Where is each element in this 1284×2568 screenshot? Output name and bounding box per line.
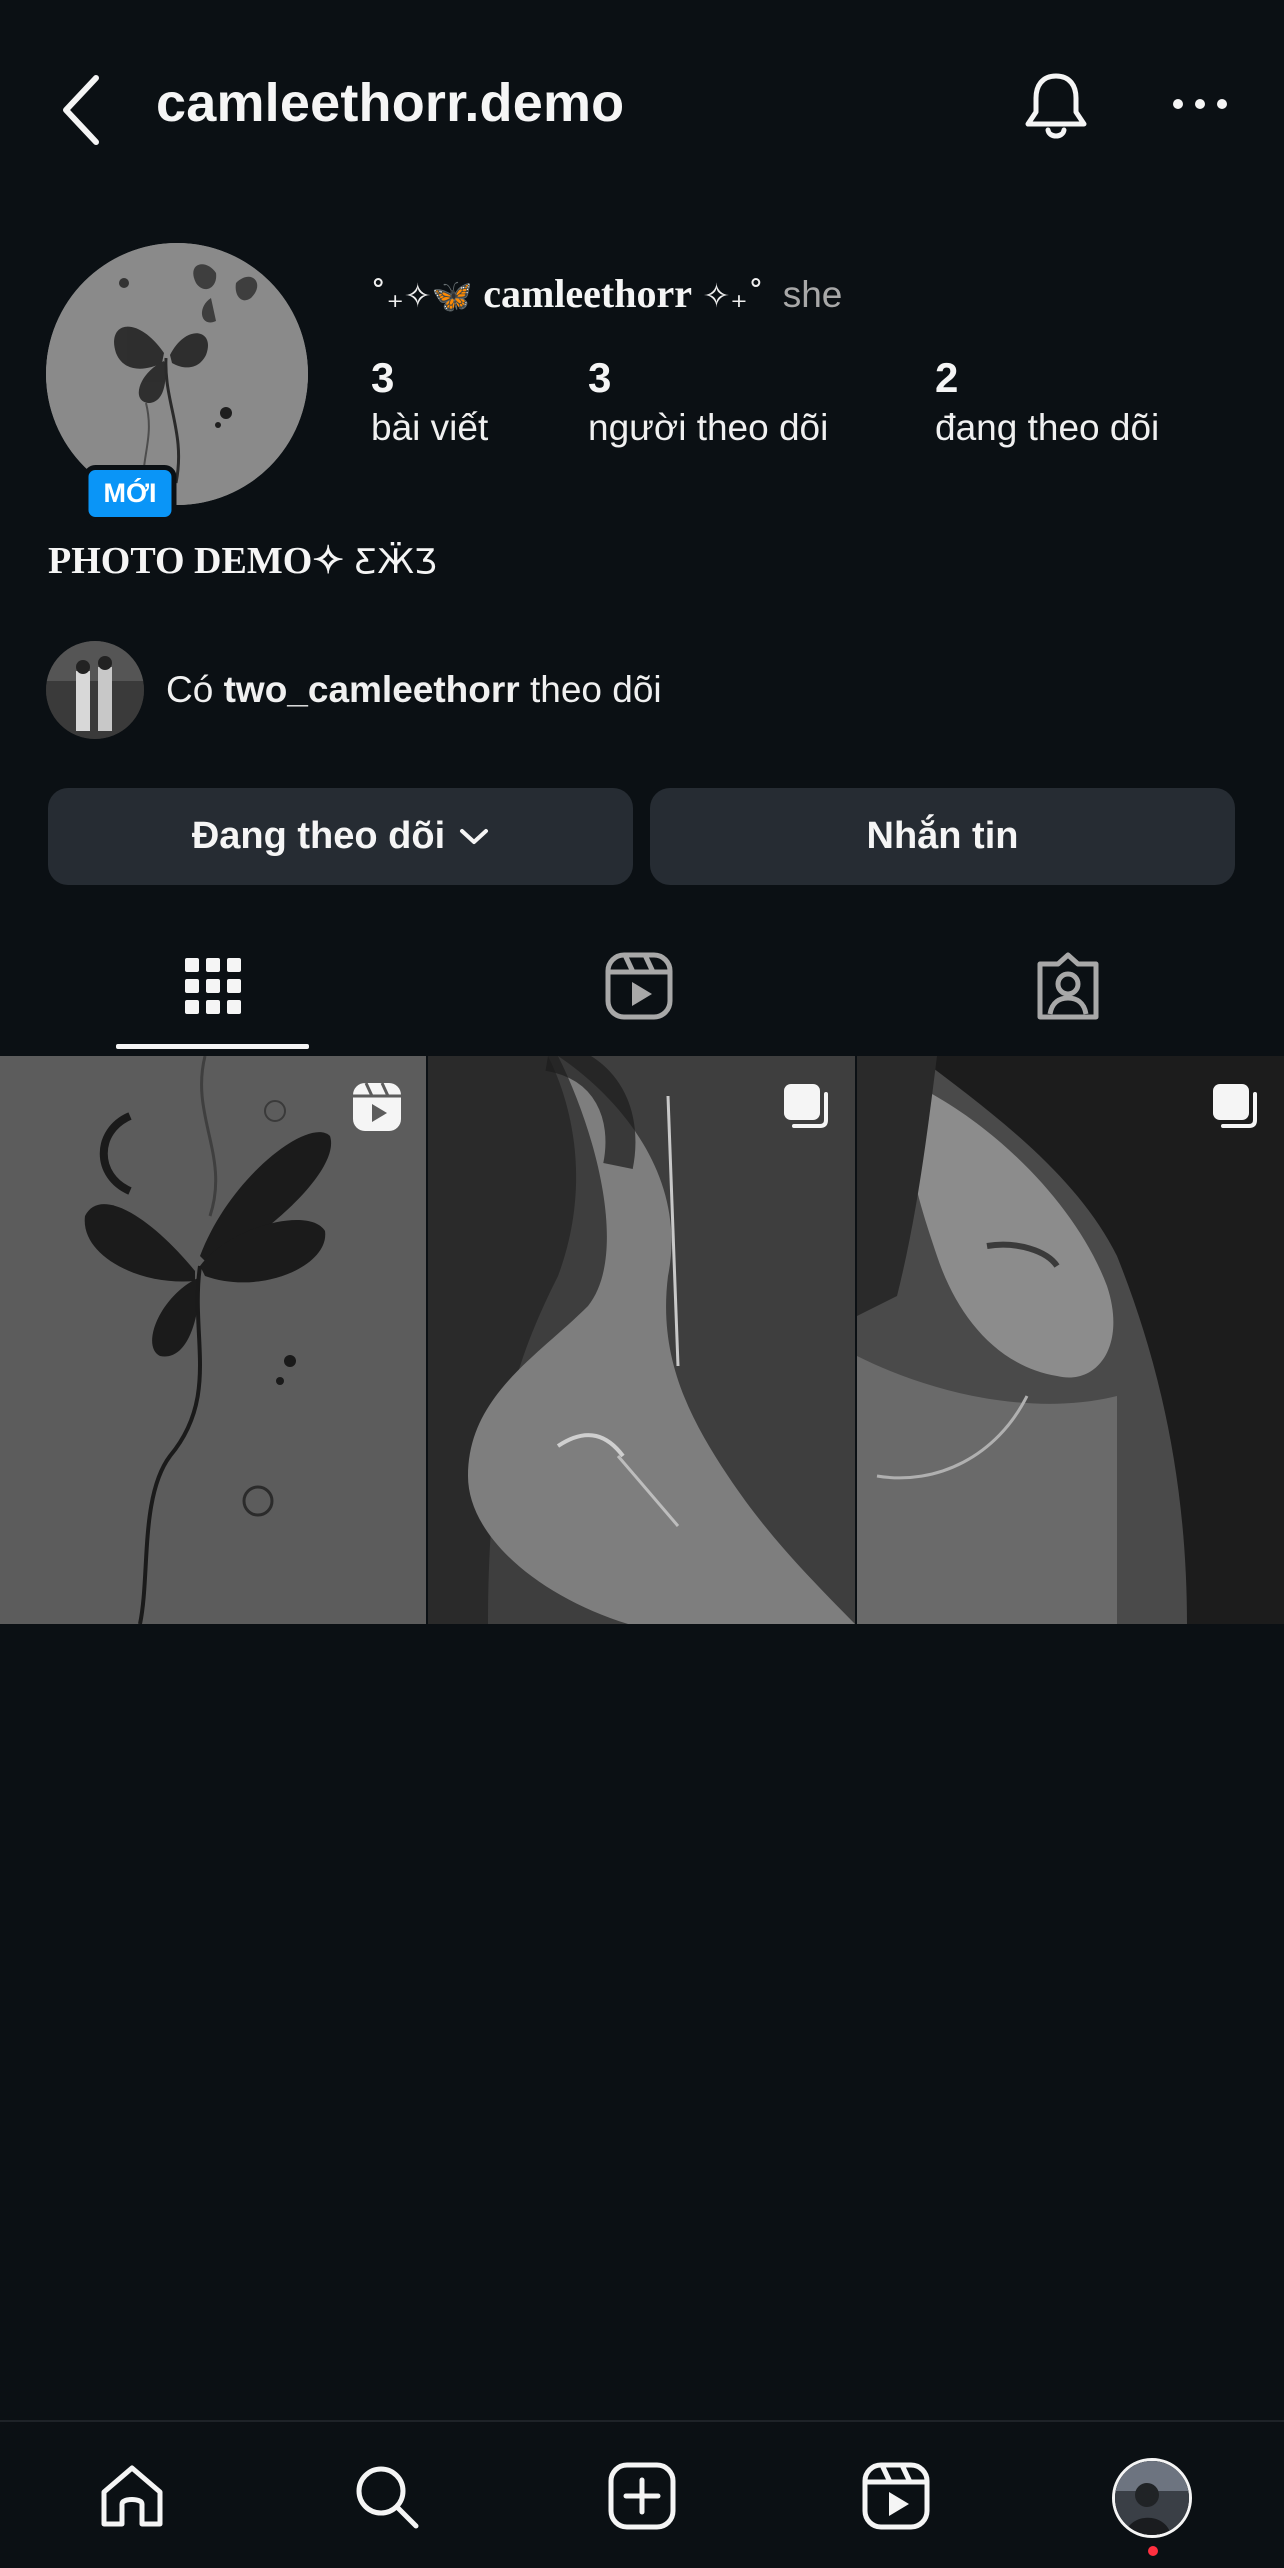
posts-grid bbox=[0, 1056, 1284, 1624]
profile-avatar-nav[interactable] bbox=[1112, 2458, 1192, 2538]
profile-avatar-container[interactable] bbox=[46, 243, 308, 505]
new-story-badge: MỚI bbox=[83, 465, 177, 522]
profile-bio: PHOTO DEMO✧ ƸӜƷ bbox=[48, 538, 437, 583]
stat-posts-label: bài viết bbox=[371, 407, 489, 448]
message-button-label: Nhắn tin bbox=[866, 815, 1019, 857]
back-icon[interactable] bbox=[52, 70, 112, 150]
mutual-suffix: theo dõi bbox=[529, 669, 662, 710]
profile-avatar[interactable] bbox=[46, 243, 308, 505]
mutual-followers-text: Có two_camleethorr theo dõi bbox=[166, 669, 662, 711]
profile-username-title: camleethorr.demo bbox=[156, 73, 625, 133]
mutual-follower-avatar[interactable] bbox=[46, 641, 144, 739]
reels-badge-icon bbox=[353, 1082, 401, 1131]
mutual-username[interactable]: two_camleethorr bbox=[224, 669, 520, 710]
active-tab-indicator bbox=[116, 1044, 309, 1049]
tagged-icon[interactable] bbox=[1032, 950, 1104, 1022]
carousel-badge-icon bbox=[784, 1084, 828, 1128]
stat-followers[interactable]: 3 người theo dõi bbox=[588, 352, 828, 452]
stat-following-count: 2 bbox=[935, 354, 959, 401]
carousel-badge-icon bbox=[1213, 1084, 1257, 1128]
top-bar: camleethorr.demo bbox=[0, 0, 1284, 215]
bio-main-text: PHOTO DEMO✧ bbox=[48, 540, 345, 582]
more-horizontal-icon[interactable] bbox=[1172, 92, 1228, 116]
create-icon[interactable] bbox=[606, 2460, 678, 2532]
post-thumbnail-1[interactable] bbox=[0, 1056, 426, 1624]
bottom-navigation bbox=[0, 2420, 1284, 2568]
name-suffix-decoration: ✧₊˚ bbox=[702, 276, 765, 315]
chevron-down-icon bbox=[460, 828, 489, 844]
message-button[interactable]: Nhắn tin bbox=[650, 788, 1235, 885]
post-thumbnail-3[interactable] bbox=[857, 1056, 1284, 1624]
name-prefix-decoration: ˚₊✧🦋 bbox=[370, 276, 473, 315]
home-icon[interactable] bbox=[96, 2460, 168, 2532]
notification-dot bbox=[1148, 2546, 1158, 2556]
pronoun: she bbox=[782, 274, 843, 315]
mutual-followers[interactable]: Có two_camleethorr theo dõi bbox=[46, 640, 662, 740]
post-thumbnail-2[interactable] bbox=[428, 1056, 855, 1624]
reels-icon[interactable] bbox=[603, 950, 675, 1022]
stat-followers-label: người theo dõi bbox=[588, 407, 829, 448]
mutual-prefix: Có bbox=[166, 669, 214, 710]
search-icon[interactable] bbox=[350, 2460, 422, 2532]
reels-nav-icon[interactable] bbox=[860, 2460, 932, 2532]
bio-decoration: ƸӜƷ bbox=[354, 542, 437, 582]
profile-full-name: ˚₊✧🦋 camleethorr ✧₊˚ she bbox=[370, 270, 842, 317]
bell-icon[interactable] bbox=[1020, 68, 1092, 144]
stat-posts-count: 3 bbox=[371, 354, 395, 401]
grid-icon[interactable] bbox=[177, 950, 249, 1022]
following-button-label: Đang theo dõi bbox=[191, 815, 446, 857]
stat-following[interactable]: 2 đang theo dõi bbox=[935, 352, 1159, 452]
name-text: camleethorr bbox=[483, 271, 693, 316]
stat-followers-count: 3 bbox=[588, 354, 612, 401]
following-button[interactable]: Đang theo dõi bbox=[48, 788, 633, 885]
stat-following-label: đang theo dõi bbox=[935, 407, 1160, 448]
stat-posts[interactable]: 3 bài viết bbox=[371, 352, 488, 452]
